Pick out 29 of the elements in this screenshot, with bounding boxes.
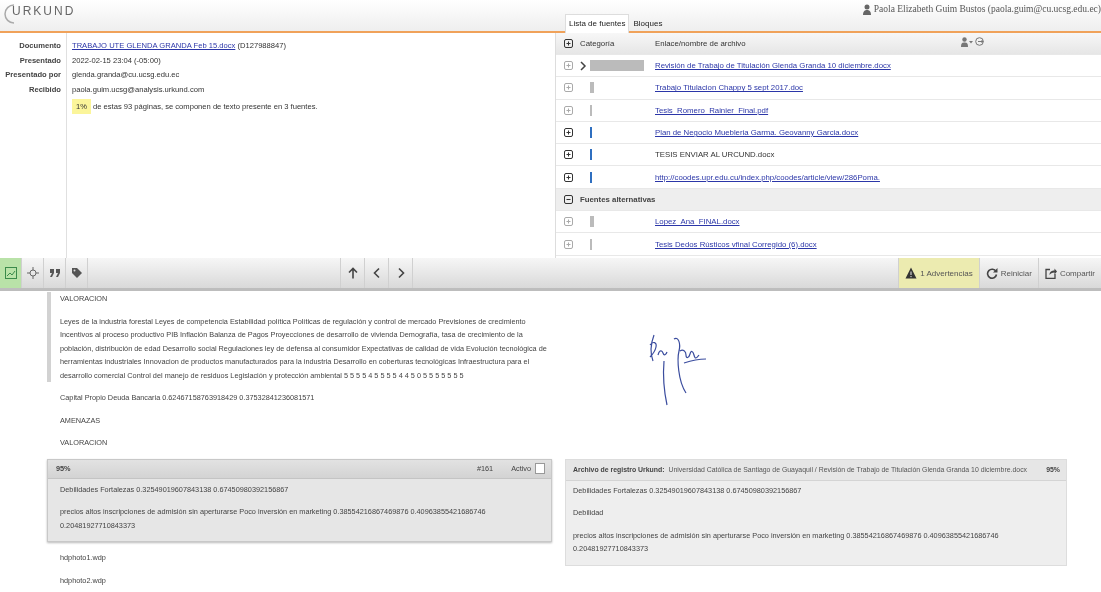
quote-icon bbox=[48, 267, 61, 279]
tag-icon bbox=[70, 267, 83, 279]
logout-icon[interactable] bbox=[975, 37, 984, 46]
user-menu-icon[interactable] bbox=[961, 37, 973, 47]
expand-icon[interactable] bbox=[563, 39, 573, 48]
match-bar bbox=[590, 82, 594, 94]
tab[interactable]: Lista de fuentes bbox=[565, 14, 630, 33]
match-bar bbox=[590, 60, 644, 72]
collapse-icon[interactable] bbox=[563, 194, 573, 204]
person-icon bbox=[862, 4, 871, 15]
refresh-icon bbox=[985, 267, 998, 279]
expand-icon[interactable] bbox=[563, 172, 573, 182]
tab[interactable]: Bloques bbox=[629, 14, 667, 33]
action-button[interactable]: Reiniciar bbox=[978, 258, 1038, 288]
logo: URKUND bbox=[12, 4, 76, 18]
share-icon bbox=[1044, 267, 1057, 279]
match-bar bbox=[590, 216, 594, 228]
chart-icon bbox=[4, 267, 17, 279]
expand-icon[interactable] bbox=[563, 150, 573, 160]
user-name: Paola Elizabeth Guim Bustos (paola.guim@cu.ucsg.edu.ec) bbox=[873, 4, 1101, 14]
warning-icon bbox=[905, 267, 918, 279]
expand-icon[interactable] bbox=[563, 128, 573, 138]
checkbox[interactable] bbox=[535, 463, 545, 474]
crosshair-icon bbox=[26, 267, 39, 279]
up-arrow-icon bbox=[346, 267, 359, 279]
chevron-icon bbox=[580, 60, 587, 71]
action-button[interactable]: Compartir bbox=[1037, 258, 1101, 288]
action-button[interactable]: 1 Advertencias bbox=[898, 258, 979, 288]
tool-button[interactable] bbox=[0, 258, 22, 288]
